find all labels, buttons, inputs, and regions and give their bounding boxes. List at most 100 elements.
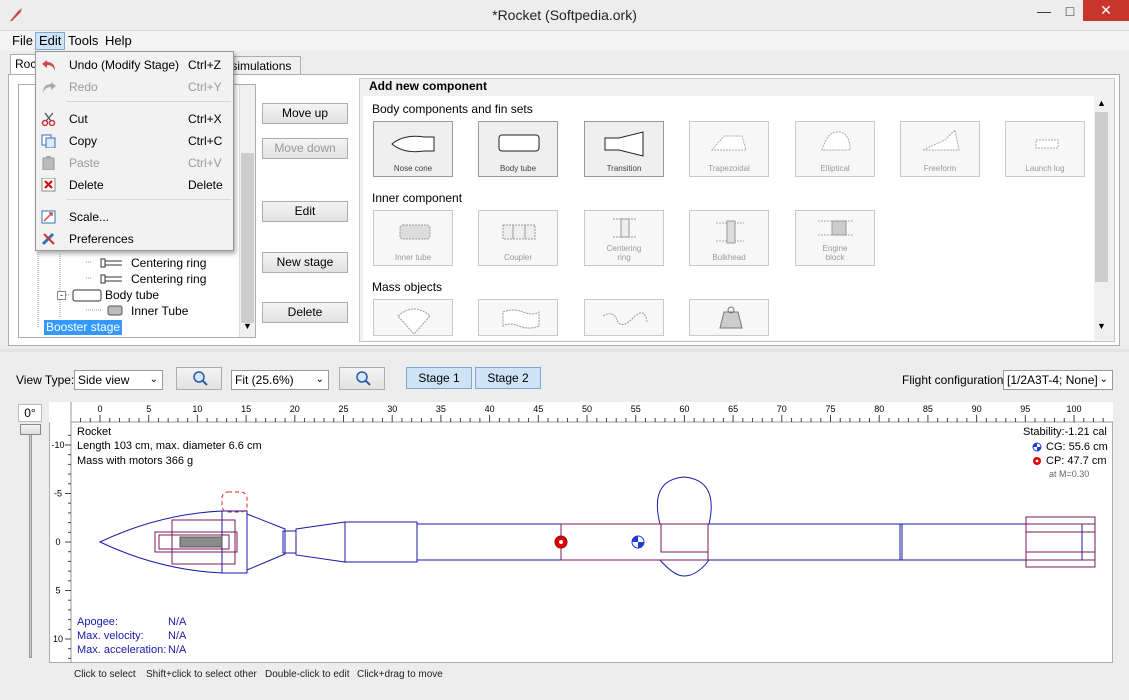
rotation-slider-track[interactable] xyxy=(29,428,32,658)
menu-file[interactable]: File xyxy=(9,32,36,50)
tree-scroll-down-icon[interactable]: ▼ xyxy=(243,321,252,331)
freeform-fin-button[interactable]: Freeform xyxy=(900,121,980,177)
menu-item-cut[interactable]: Cut Ctrl+X xyxy=(36,109,233,129)
transition-button[interactable]: Transition xyxy=(584,121,664,177)
menu-edit[interactable]: Edit xyxy=(35,32,66,50)
bulkhead-icon xyxy=(716,220,744,244)
mass-weight-icon xyxy=(719,306,743,329)
zoom-out-button[interactable] xyxy=(176,367,222,390)
delete-button[interactable]: Delete xyxy=(262,302,348,323)
new-stage-button[interactable]: New stage xyxy=(262,252,348,273)
menu-item-paste[interactable]: Paste Ctrl+V xyxy=(36,153,233,173)
upper-transition xyxy=(295,521,346,563)
centering-ring-button[interactable]: Centering ring xyxy=(584,210,664,266)
view-type-select[interactable]: Side view ⌄ xyxy=(74,370,163,390)
bulkhead-label: Bulkhead xyxy=(712,253,746,262)
elliptical-fin-label: Elliptical xyxy=(820,164,850,173)
elliptical-fin-top xyxy=(656,476,712,525)
rotation-angle-label: 0° xyxy=(18,404,42,422)
zoom-select[interactable]: Fit (25.6%) ⌄ xyxy=(231,370,329,390)
tree-item-booster-stage[interactable]: Booster stage xyxy=(44,320,123,335)
elliptical-fin-icon xyxy=(821,131,851,151)
engine-block-button[interactable]: Engine block xyxy=(795,210,875,266)
mass-component-button[interactable] xyxy=(689,299,769,336)
hint-select: Click to select xyxy=(74,669,136,680)
apogee-value: N/A xyxy=(168,616,187,628)
tree-item-centering-ring[interactable]: Centering ring xyxy=(131,256,206,270)
rotation-slider-thumb[interactable] xyxy=(20,424,41,435)
tree-scroll-thumb[interactable] xyxy=(241,153,254,323)
cg-marker xyxy=(631,535,645,549)
collapse-icon[interactable]: - xyxy=(57,291,66,300)
nose-cone-button[interactable]: Nose cone xyxy=(373,121,453,177)
elliptical-fin-button[interactable]: Elliptical xyxy=(795,121,875,177)
elliptical-fin-bottom xyxy=(659,559,710,577)
menu-item-undo[interactable]: Undo (Modify Stage) Ctrl+Z xyxy=(36,55,233,75)
shock-cord-icon xyxy=(602,312,648,325)
bulkhead-button[interactable]: Bulkhead xyxy=(689,210,769,266)
body-tube-label: Body tube xyxy=(499,164,537,173)
panel-splitter[interactable] xyxy=(0,349,1129,352)
menu-help[interactable]: Help xyxy=(102,32,135,50)
max-velocity-label: Max. velocity: xyxy=(77,630,144,642)
maximize-icon[interactable]: □ xyxy=(1057,0,1083,22)
launch-lug-button[interactable]: Launch lug xyxy=(1005,121,1085,177)
parachute-icon xyxy=(397,308,431,335)
hint-select-other: Shift+click to select other xyxy=(146,669,257,680)
engine-block-icon xyxy=(818,220,854,236)
move-up-button[interactable]: Move up xyxy=(262,103,348,124)
menu-item-scale[interactable]: Scale... xyxy=(36,207,233,227)
scissors-icon xyxy=(41,112,56,126)
mach-value: at M=0.30 xyxy=(1049,469,1090,479)
centering-ring-icon xyxy=(613,218,637,238)
menu-item-delete[interactable]: Delete Delete xyxy=(36,175,233,195)
tree-item-centering-ring[interactable]: Centering ring xyxy=(131,272,206,286)
delete-icon xyxy=(41,178,56,192)
component-scroll-thumb[interactable] xyxy=(1095,112,1108,282)
shock-cord-button[interactable] xyxy=(584,299,664,336)
zoom-out-icon xyxy=(193,371,208,386)
scroll-down-icon[interactable]: ▼ xyxy=(1097,321,1106,331)
stage-2-toggle[interactable]: Stage 2 xyxy=(475,367,541,389)
paste-icon xyxy=(42,156,55,170)
scroll-up-icon[interactable]: ▲ xyxy=(1097,98,1106,108)
menu-item-copy[interactable]: Copy Ctrl+C xyxy=(36,131,233,151)
menu-separator xyxy=(66,101,231,102)
inner-tube-label: Inner tube xyxy=(394,253,432,262)
stage-1-toggle[interactable]: Stage 1 xyxy=(406,367,472,389)
close-icon[interactable]: ✕ xyxy=(1083,0,1129,21)
menu-separator xyxy=(66,199,231,200)
redo-icon xyxy=(43,82,56,93)
main-body-tube xyxy=(416,523,1083,561)
inner-tube-button[interactable]: Inner tube xyxy=(373,210,453,266)
tree-scrollbar[interactable]: ▼ xyxy=(239,85,255,337)
move-down-button[interactable]: Move down xyxy=(262,138,348,159)
nose-cone-label: Nose cone xyxy=(393,164,433,173)
trapezoidal-fin-button[interactable]: Trapezoidal xyxy=(689,121,769,177)
minimize-icon[interactable]: — xyxy=(1031,0,1057,22)
menu-tools[interactable]: Tools xyxy=(65,32,101,50)
freeform-fin-label: Freeform xyxy=(923,164,957,173)
menu-item-preferences[interactable]: Preferences xyxy=(36,229,233,249)
centering-ring-label: Centering ring xyxy=(606,244,642,262)
copy-icon xyxy=(41,134,56,148)
engine-block-label: Engine block xyxy=(822,244,848,262)
body-tube-button[interactable]: Body tube xyxy=(478,121,558,177)
inner-tube-icon xyxy=(107,305,123,316)
parachute-button[interactable] xyxy=(373,299,453,336)
menu-item-redo[interactable]: Redo Ctrl+Y xyxy=(36,77,233,97)
centering-ring-icon xyxy=(100,274,122,284)
rocket-name: Rocket xyxy=(77,426,112,438)
streamer-button[interactable] xyxy=(478,299,558,336)
title-bar: *Rocket (Softpedia.ork) — □ ✕ xyxy=(0,0,1129,31)
rocket-mass: Mass with motors 366 g xyxy=(77,455,194,467)
tree-item-body-tube[interactable]: Body tube xyxy=(105,288,159,302)
add-component-title: Add new component xyxy=(369,79,487,93)
edit-button[interactable]: Edit xyxy=(262,201,348,222)
zoom-in-button[interactable] xyxy=(339,367,385,390)
flight-configuration-select[interactable]: [1/2A3T-4; None] ⌄ xyxy=(1003,370,1113,390)
zoom-in-icon xyxy=(356,371,371,386)
component-scrollbar[interactable]: ▲ ▼ xyxy=(1094,96,1110,336)
coupler-button[interactable]: Coupler xyxy=(478,210,558,266)
tree-item-inner-tube[interactable]: Inner Tube xyxy=(131,304,188,318)
